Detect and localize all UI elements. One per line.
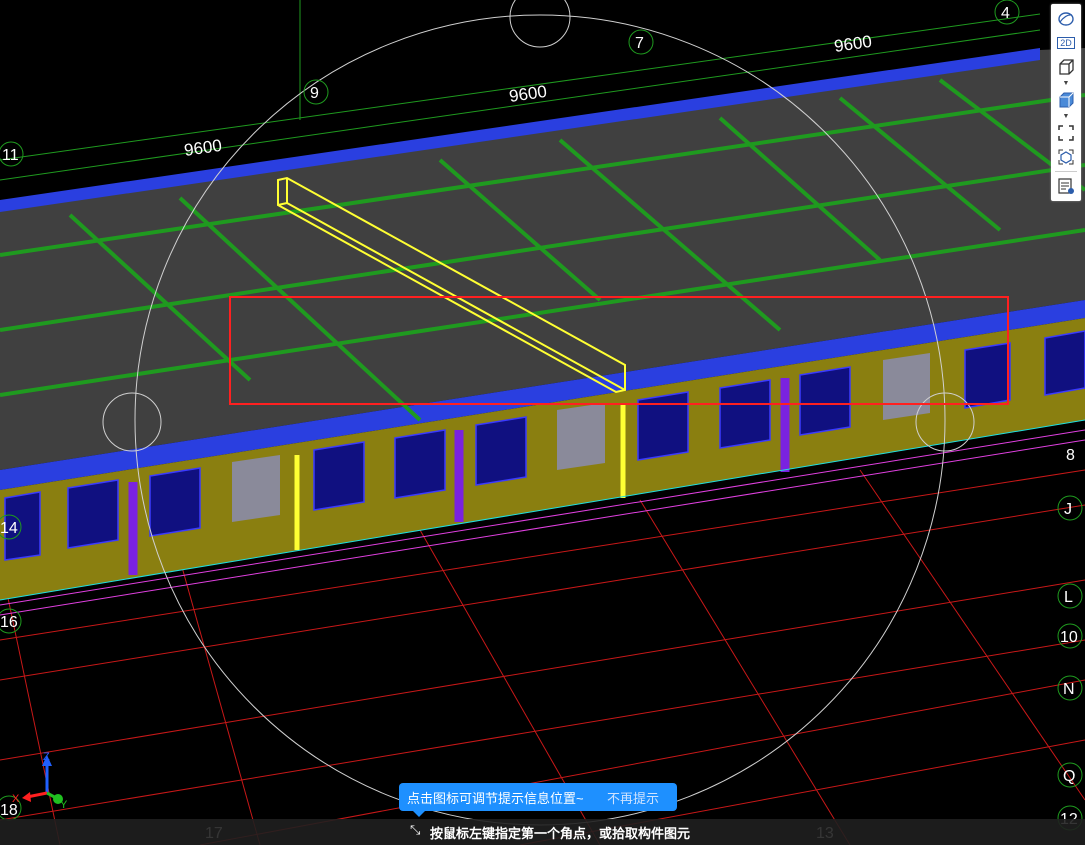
2d-label: 2D <box>1057 37 1075 49</box>
corner-pick-icon: ⤡ <box>410 822 421 837</box>
2d-view-button[interactable]: 2D <box>1054 32 1078 54</box>
dimension-label: 9600 <box>833 32 873 56</box>
grid-axis-label: 7 <box>635 35 644 52</box>
hint-message: 点击图标可调节提示信息位置~ <box>407 790 584 806</box>
orbit-handle-top[interactable] <box>509 0 571 48</box>
hint-tooltip[interactable]: 点击图标可调节提示信息位置~ 不再提示 <box>399 783 677 817</box>
chevron-down-icon[interactable]: ▼ <box>1063 79 1070 88</box>
grid-axis-label: 8 <box>1066 447 1075 464</box>
chevron-down-icon[interactable]: ▼ <box>1063 112 1070 121</box>
grid-axis-label: J <box>1064 501 1072 518</box>
grid-axis-label: N <box>1063 681 1075 698</box>
toolbar-divider <box>1055 171 1077 172</box>
grid-axis-label: 4 <box>1001 5 1010 22</box>
fit-view-icon[interactable] <box>1054 122 1078 144</box>
grid-axis-label: 14 <box>0 520 18 537</box>
grid-axis-label: 9 <box>310 85 319 102</box>
view-toolbar: 2D ▼ ▼ <box>1051 4 1081 201</box>
box-view-icon[interactable] <box>1054 56 1078 78</box>
orbit-icon[interactable] <box>1054 8 1078 30</box>
dimension-label: 9600 <box>508 82 548 106</box>
display-settings-icon[interactable] <box>1054 175 1078 197</box>
axis-x-label: X <box>12 793 20 805</box>
3d-viewport[interactable]: 4 7 9 11 9600 9600 9600 14 16 18 17 13 J… <box>0 0 1085 845</box>
solid-view-icon[interactable] <box>1054 89 1078 111</box>
axis-y-label: Y <box>60 799 68 811</box>
iso-view-icon[interactable] <box>1054 146 1078 168</box>
command-prompt: 按鼠标左键指定第一个角点，或拾取构件图元 <box>430 826 691 841</box>
dimension-label: 9600 <box>183 136 223 160</box>
grid-axis-label: 10 <box>1060 629 1078 646</box>
dismiss-hint-link[interactable]: 不再提示 <box>607 788 659 807</box>
grid-axis-label: 16 <box>0 614 18 631</box>
grid-axis-label: L <box>1064 589 1073 606</box>
grid-axis-label: 11 <box>2 147 19 164</box>
axis-triad: Z X Y <box>12 751 68 811</box>
axis-z-label: Z <box>43 751 50 763</box>
grid-axis-label: Q <box>1063 768 1075 785</box>
